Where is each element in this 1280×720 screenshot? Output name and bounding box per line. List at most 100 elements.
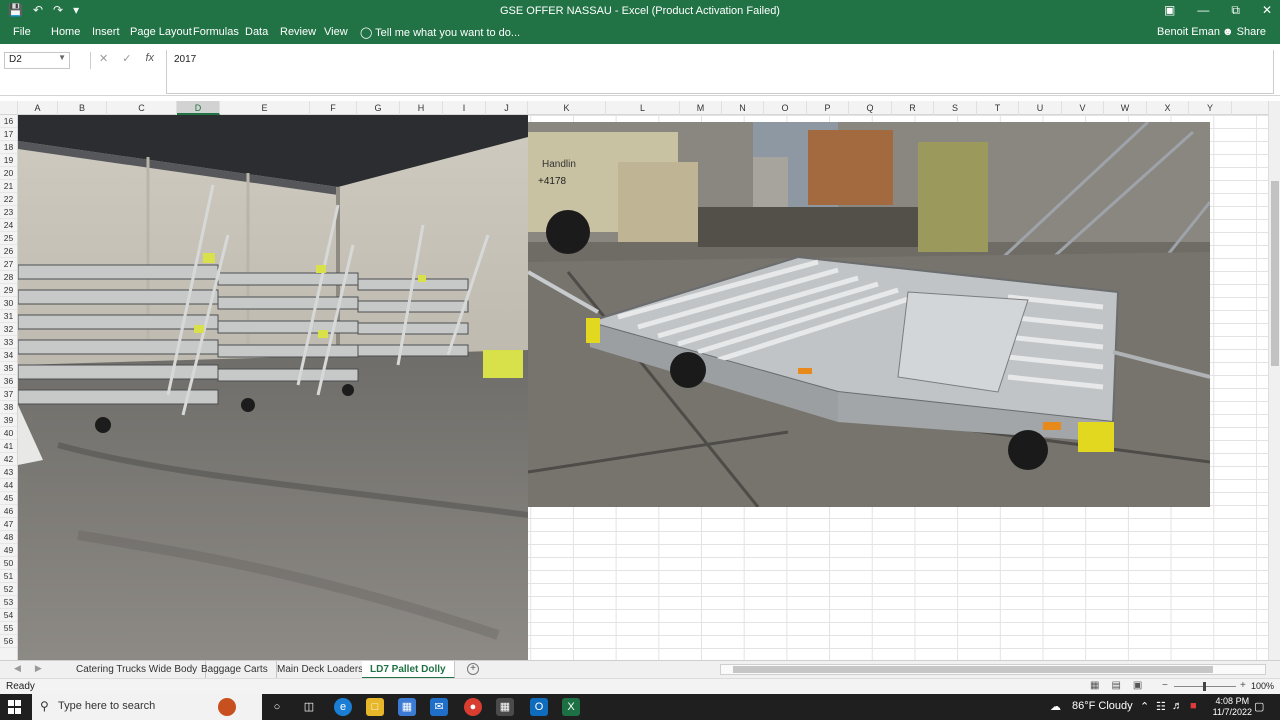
normal-view-icon[interactable]: ▦ (1090, 680, 1099, 691)
restore-icon[interactable]: ⧉ (1231, 3, 1240, 18)
row-header-23[interactable]: 23 (0, 206, 17, 219)
row-header-44[interactable]: 44 (0, 479, 17, 492)
row-header-32[interactable]: 32 (0, 323, 17, 336)
minimize-icon[interactable]: — (1197, 3, 1209, 18)
row-header-29[interactable]: 29 (0, 284, 17, 297)
row-header-33[interactable]: 33 (0, 336, 17, 349)
horizontal-scrollbar[interactable] (720, 664, 1266, 675)
column-header-q[interactable]: Q (849, 101, 892, 115)
column-header-h[interactable]: H (400, 101, 443, 115)
zoom-in-icon[interactable]: + (1240, 680, 1246, 691)
row-header-17[interactable]: 17 (0, 128, 17, 141)
row-header-18[interactable]: 18 (0, 141, 17, 154)
notification-app-icon[interactable]: ■ (1190, 700, 1197, 712)
row-header-27[interactable]: 27 (0, 258, 17, 271)
vertical-scroll-thumb[interactable] (1271, 181, 1279, 366)
row-header-21[interactable]: 21 (0, 180, 17, 193)
tab-formulas[interactable]: Formulas (193, 26, 239, 38)
excel-icon[interactable]: X (562, 698, 580, 716)
column-header-y[interactable]: Y (1189, 101, 1232, 115)
column-header-i[interactable]: I (443, 101, 486, 115)
close-icon[interactable]: ✕ (1262, 3, 1272, 18)
column-header-s[interactable]: S (934, 101, 977, 115)
sheet-tab-catering-trucks[interactable]: Catering Trucks Wide Body (68, 661, 207, 679)
row-header-42[interactable]: 42 (0, 453, 17, 466)
edge-icon[interactable]: e (334, 698, 352, 716)
warehouse-dollies-photo[interactable] (18, 115, 528, 660)
row-header-19[interactable]: 19 (0, 154, 17, 167)
row-header-39[interactable]: 39 (0, 414, 17, 427)
scroll-tabs-left-icon[interactable]: ◀ (14, 663, 21, 674)
row-header-28[interactable]: 28 (0, 271, 17, 284)
sheet-tab-main-deck-loaders[interactable]: Main Deck Loaders (269, 661, 373, 679)
page-layout-view-icon[interactable]: ▤ (1111, 680, 1120, 691)
chrome-icon[interactable]: ● (464, 698, 482, 716)
file-explorer-icon[interactable]: □ (366, 698, 384, 716)
volume-icon[interactable]: ♬ (1172, 700, 1183, 712)
column-header-l[interactable]: L (606, 101, 680, 115)
column-header-m[interactable]: M (680, 101, 722, 115)
row-header-47[interactable]: 47 (0, 518, 17, 531)
taskbar-clock[interactable]: 4:08 PM 11/7/2022 (1213, 696, 1252, 718)
row-header-25[interactable]: 25 (0, 232, 17, 245)
row-header-20[interactable]: 20 (0, 167, 17, 180)
row-header-56[interactable]: 56 (0, 635, 17, 648)
tab-review[interactable]: Review (280, 26, 316, 38)
name-box[interactable]: D2 ▼ (4, 52, 70, 69)
tray-chevron-icon[interactable]: ⌃ (1140, 700, 1149, 713)
scroll-tabs-right-icon[interactable]: ▶ (35, 663, 42, 674)
page-break-view-icon[interactable]: ▣ (1133, 680, 1142, 691)
column-header-d[interactable]: D (177, 101, 220, 115)
tab-data[interactable]: Data (245, 26, 268, 38)
row-header-34[interactable]: 34 (0, 349, 17, 362)
sheet-tab-baggage-carts[interactable]: Baggage Carts (193, 661, 277, 679)
column-header-x[interactable]: X (1147, 101, 1189, 115)
tab-home[interactable]: Home (51, 26, 80, 38)
row-header-45[interactable]: 45 (0, 492, 17, 505)
column-header-v[interactable]: V (1062, 101, 1104, 115)
row-header-38[interactable]: 38 (0, 401, 17, 414)
row-header-53[interactable]: 53 (0, 596, 17, 609)
column-header-j[interactable]: J (486, 101, 528, 115)
store-icon[interactable]: ▦ (398, 698, 416, 716)
zoom-level[interactable]: 100% (1251, 681, 1274, 691)
row-header-50[interactable]: 50 (0, 557, 17, 570)
mail-icon[interactable]: ✉ (430, 698, 448, 716)
action-center-icon[interactable]: ▢ (1254, 700, 1264, 713)
windows-start-icon[interactable] (8, 700, 22, 714)
row-header-35[interactable]: 35 (0, 362, 17, 375)
calculator-icon[interactable]: ▦ (496, 698, 514, 716)
row-header-16[interactable]: 16 (0, 115, 17, 128)
share-button[interactable]: ☻ Share (1216, 24, 1272, 40)
row-header-37[interactable]: 37 (0, 388, 17, 401)
row-header-40[interactable]: 40 (0, 427, 17, 440)
column-header-a[interactable]: A (18, 101, 58, 115)
row-header-46[interactable]: 46 (0, 505, 17, 518)
row-header-49[interactable]: 49 (0, 544, 17, 557)
row-header-48[interactable]: 48 (0, 531, 17, 544)
column-header-f[interactable]: F (310, 101, 357, 115)
network-icon[interactable]: ☷ (1156, 700, 1166, 713)
row-header-22[interactable]: 22 (0, 193, 17, 206)
column-header-c[interactable]: C (107, 101, 177, 115)
outlook-icon[interactable]: O (530, 698, 548, 716)
tab-insert[interactable]: Insert (92, 26, 120, 38)
column-header-p[interactable]: P (807, 101, 849, 115)
weather-text[interactable]: 86°F Cloudy (1072, 700, 1133, 712)
row-header-51[interactable]: 51 (0, 570, 17, 583)
task-view-icon[interactable]: ◫ (300, 698, 318, 716)
row-header-31[interactable]: 31 (0, 310, 17, 323)
horizontal-scroll-thumb[interactable] (733, 666, 1213, 673)
cortana-icon[interactable]: ○ (268, 698, 286, 716)
news-icon[interactable] (218, 698, 236, 716)
add-sheet-icon[interactable]: + (467, 663, 479, 675)
chevron-down-icon[interactable]: ▼ (58, 53, 66, 62)
insert-function-icon[interactable]: fx (145, 52, 154, 69)
row-header-36[interactable]: 36 (0, 375, 17, 388)
zoom-out-icon[interactable]: − (1162, 680, 1168, 691)
column-header-e[interactable]: E (220, 101, 310, 115)
tell-me-box[interactable]: ◯ Tell me what you want to do... (360, 26, 520, 39)
pallet-dolly-photo[interactable]: Handlin +4178 (528, 122, 1210, 507)
enter-icon[interactable]: ✓ (122, 52, 131, 69)
vertical-scrollbar[interactable] (1268, 101, 1280, 660)
